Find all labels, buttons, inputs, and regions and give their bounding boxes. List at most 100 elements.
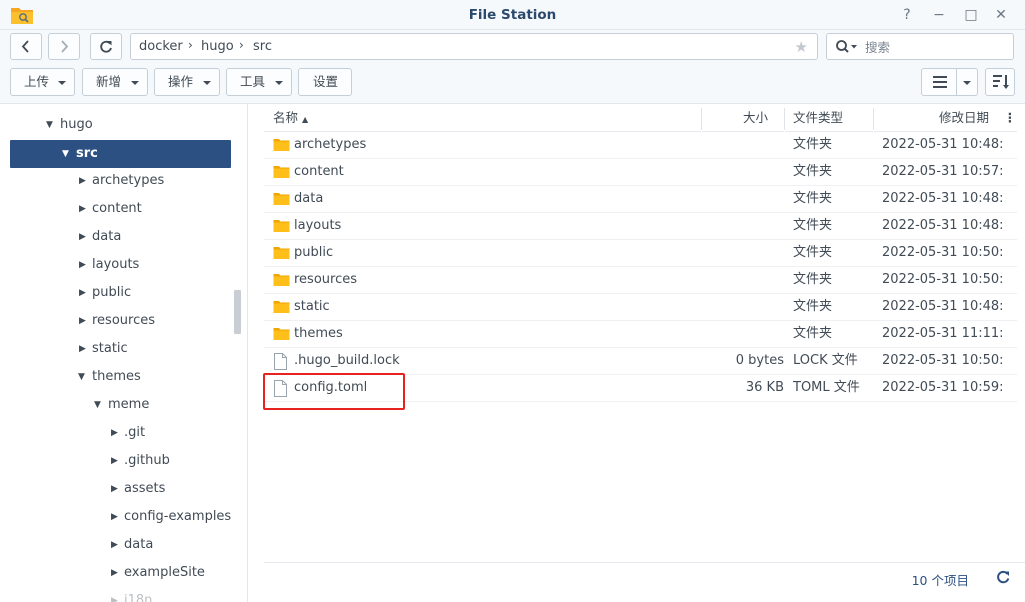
expanded-arrow-icon[interactable]: ▼	[78, 363, 85, 391]
breadcrumb-src[interactable]: src	[253, 39, 272, 54]
collapsed-arrow-icon[interactable]: ▶	[79, 279, 86, 307]
file-size: 36 KB	[745, 380, 784, 395]
settings-button[interactable]: 设置	[298, 68, 352, 96]
collapsed-arrow-icon[interactable]: ▶	[111, 503, 118, 531]
file-type: 文件夹	[793, 299, 833, 314]
tree-item-examplesite[interactable]: ▶ exampleSite	[0, 559, 232, 587]
collapsed-arrow-icon[interactable]: ▶	[79, 307, 86, 335]
tree-item-src[interactable]: ▼ src	[10, 140, 231, 168]
maximize-button[interactable]: □	[962, 6, 980, 24]
breadcrumb-hugo[interactable]: hugo	[201, 39, 234, 54]
tree-item-i18n[interactable]: ▶ i18n	[0, 587, 232, 602]
upload-button[interactable]: 上传	[10, 68, 75, 96]
expanded-arrow-icon[interactable]: ▼	[94, 391, 101, 419]
expanded-arrow-icon[interactable]: ▼	[46, 111, 53, 139]
tree-item-archetypes[interactable]: ▶ archetypes	[0, 167, 232, 195]
file-name: data	[294, 191, 324, 206]
column-name[interactable]: 名称 ▲	[264, 104, 701, 132]
view-mode-button[interactable]	[921, 68, 957, 96]
refresh-icon	[100, 40, 112, 53]
tree-item-github[interactable]: ▶ .github	[0, 447, 232, 475]
file-name: themes	[294, 326, 343, 341]
search-input[interactable]	[865, 38, 1005, 56]
create-label: 新增	[96, 74, 122, 89]
column-size[interactable]: 大小	[702, 104, 784, 132]
action-button[interactable]: 操作	[154, 68, 220, 96]
collapsed-arrow-icon[interactable]: ▶	[111, 419, 118, 447]
sort-button[interactable]	[985, 68, 1015, 96]
file-type: 文件夹	[793, 272, 833, 287]
tree-item-data[interactable]: ▶ data	[0, 223, 232, 251]
tree-item-label: content	[92, 201, 142, 216]
tree-item-label: src	[76, 146, 98, 161]
window-title: File Station	[468, 7, 557, 23]
breadcrumb-docker[interactable]: docker	[139, 39, 183, 54]
tree-item-label: static	[92, 341, 128, 356]
collapsed-arrow-icon[interactable]: ▶	[79, 251, 86, 279]
tree-item-label: meme	[108, 397, 150, 412]
folder-tree: ▼ hugo ▼ src ▶ archetypes ▶ content ▶ data ▶ l…	[0, 104, 248, 602]
collapsed-arrow-icon[interactable]: ▶	[111, 587, 118, 602]
back-button[interactable]	[10, 33, 42, 60]
tree-item-themes[interactable]: ▼ themes	[0, 363, 232, 391]
collapsed-arrow-icon[interactable]: ▶	[111, 531, 118, 559]
create-button[interactable]: 新增	[82, 68, 148, 96]
table-row[interactable]: archetypes 文件夹 2022-05-31 10:48:	[264, 132, 1017, 159]
action-label: 操作	[168, 74, 194, 89]
table-row[interactable]: static 文件夹 2022-05-31 10:48:	[264, 294, 1017, 321]
tree-item-label: assets	[124, 481, 166, 496]
tools-button[interactable]: 工具	[226, 68, 292, 96]
tree-item-content[interactable]: ▶ content	[0, 195, 232, 223]
file-type: 文件夹	[793, 245, 833, 260]
view-mode-dropdown[interactable]	[956, 68, 978, 96]
folder-icon	[273, 220, 290, 232]
search-icon[interactable]	[835, 39, 859, 55]
folder-icon	[273, 274, 290, 286]
tree-item-config-examples[interactable]: ▶ config-examples	[0, 503, 232, 531]
forward-button[interactable]	[48, 33, 80, 60]
table-row[interactable]: public 文件夹 2022-05-31 10:50:	[264, 240, 1017, 267]
column-modified[interactable]: 修改日期	[874, 104, 1017, 132]
table-row[interactable]: layouts 文件夹 2022-05-31 10:48:	[264, 213, 1017, 240]
tree-item-hugo[interactable]: ▼ hugo	[0, 111, 232, 139]
tree-item-layouts[interactable]: ▶ layouts	[0, 251, 232, 279]
minimize-button[interactable]: −	[930, 6, 948, 24]
tree-item-assets[interactable]: ▶ assets	[0, 475, 232, 503]
collapsed-arrow-icon[interactable]: ▶	[79, 335, 86, 363]
sidebar-scrollbar[interactable]	[234, 290, 241, 334]
search-box	[826, 33, 1014, 60]
table-row[interactable]: data 文件夹 2022-05-31 10:48:	[264, 186, 1017, 213]
highlight-box	[263, 373, 405, 410]
tree-item-static[interactable]: ▶ static	[0, 335, 232, 363]
tree-item-public[interactable]: ▶ public	[0, 279, 232, 307]
table-row[interactable]: themes 文件夹 2022-05-31 11:11:	[264, 321, 1017, 348]
status-bar: 10 个项目	[264, 562, 1025, 592]
collapsed-arrow-icon[interactable]: ▶	[111, 475, 118, 503]
tree-item-git[interactable]: ▶ .git	[0, 419, 232, 447]
refresh-button[interactable]	[90, 33, 122, 60]
expanded-arrow-icon[interactable]: ▼	[62, 140, 69, 168]
tree-item-label: .github	[124, 453, 170, 468]
tree-item-resources[interactable]: ▶ resources	[0, 307, 232, 335]
close-button[interactable]: ✕	[992, 6, 1010, 24]
tree-item-theme-data[interactable]: ▶ data	[0, 531, 232, 559]
path-bar[interactable]: docker › hugo › src ★	[130, 33, 818, 60]
table-row[interactable]: resources 文件夹 2022-05-31 10:50:	[264, 267, 1017, 294]
folder-icon	[273, 193, 290, 205]
column-options-icon[interactable]: ⋮	[1003, 104, 1017, 132]
column-type[interactable]: 文件类型	[785, 104, 873, 132]
file-modified: 2022-05-31 10:50:	[882, 353, 1004, 368]
collapsed-arrow-icon[interactable]: ▶	[79, 167, 86, 195]
collapsed-arrow-icon[interactable]: ▶	[111, 447, 118, 475]
refresh-icon[interactable]	[995, 569, 1011, 585]
help-button[interactable]: ?	[898, 6, 916, 24]
favorite-star-icon[interactable]: ★	[795, 38, 808, 56]
collapsed-arrow-icon[interactable]: ▶	[111, 559, 118, 587]
breadcrumb-separator: ›	[188, 38, 193, 52]
tree-item-meme[interactable]: ▼ meme	[0, 391, 232, 419]
table-row[interactable]: content 文件夹 2022-05-31 10:57:	[264, 159, 1017, 186]
collapsed-arrow-icon[interactable]: ▶	[79, 195, 86, 223]
collapsed-arrow-icon[interactable]: ▶	[79, 223, 86, 251]
table-row[interactable]: .hugo_build.lock 0 bytes LOCK 文件 2022-05-31…	[264, 348, 1017, 375]
file-type: 文件夹	[793, 137, 833, 152]
